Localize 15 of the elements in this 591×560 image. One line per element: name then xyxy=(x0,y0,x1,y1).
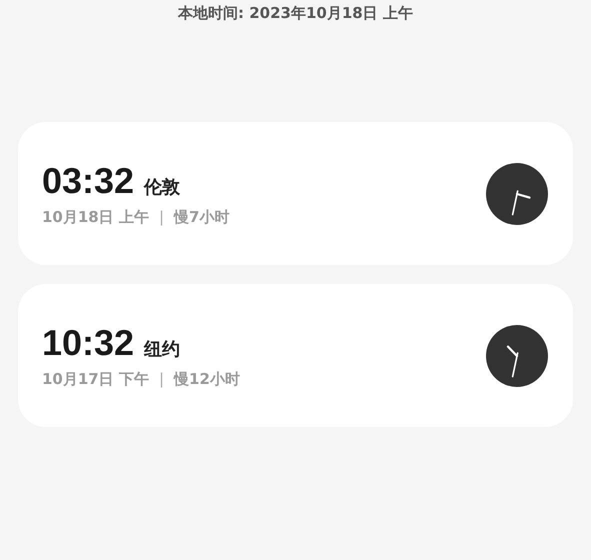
separator-text: | xyxy=(158,208,164,227)
city-time: 10:32 xyxy=(42,322,134,364)
date-text: 10月18日 上午 xyxy=(42,208,149,227)
local-time-text: 本地时间: 2023年10月18日 上午 xyxy=(176,3,414,24)
date-text: 10月17日 下午 xyxy=(42,370,149,389)
city-time: 03:32 xyxy=(42,160,134,202)
city-card[interactable]: 10:32 纽约 10月17日 下午 | 慢12小时 xyxy=(18,284,573,427)
city-card[interactable]: 03:32 伦敦 10月18日 上午 | 慢7小时 xyxy=(18,122,573,265)
offset-text: 慢12小时 xyxy=(174,370,240,389)
clock-icon xyxy=(486,324,548,386)
offset-text: 慢7小时 xyxy=(174,208,230,227)
separator-text: | xyxy=(158,370,164,389)
clock-icon xyxy=(486,162,548,224)
city-name: 纽约 xyxy=(144,338,180,361)
city-name: 伦敦 xyxy=(144,176,180,199)
